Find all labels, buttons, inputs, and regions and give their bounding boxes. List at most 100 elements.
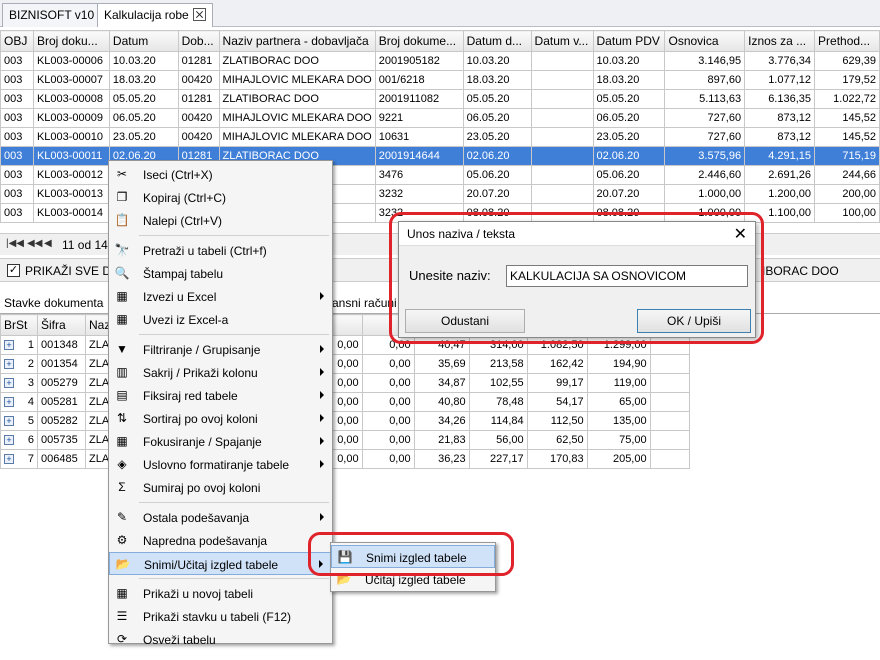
column-header[interactable]: Iznos za ... <box>744 30 816 52</box>
column-header[interactable]: OBJ <box>0 30 34 52</box>
table-cell: +1 <box>0 335 38 355</box>
column-header[interactable]: Datum d... <box>462 30 532 52</box>
table-row[interactable]: +3005279ZLAT4,00073,530,000,000,000,0034… <box>0 373 691 393</box>
column-header[interactable]: Datum v... <box>530 30 594 52</box>
sum-icon: Σ <box>118 480 126 494</box>
table-cell: 05.06.20 <box>462 165 532 185</box>
table-row[interactable]: +2001354ZLAT5,000119,700,000,000,000,003… <box>0 354 691 374</box>
close-icon[interactable] <box>192 8 206 21</box>
expand-icon[interactable]: + <box>4 378 14 388</box>
table-cell: 06.05.20 <box>592 108 666 128</box>
table-row[interactable]: 003 KL003-00010 23.05.20 00420 MIHAJLOVIC ML… <box>0 127 880 147</box>
submenu-arrow-icon <box>320 391 324 399</box>
expand-icon[interactable]: + <box>4 359 14 369</box>
menu-item[interactable]: 🔍 Štampaj tabelu <box>109 262 332 285</box>
menu-item-label: Sakrij / Prikaži kolonu <box>143 366 258 380</box>
menu-item[interactable]: ⚙ Napredna podešavanja <box>109 529 332 552</box>
tab-kalkulacija[interactable]: Kalkulacija robe <box>97 3 213 27</box>
tab-biznisoft[interactable]: BIZNISOFT v10 <box>2 3 102 27</box>
table-row[interactable]: 003 KL003-00009 06.05.20 00420 MIHAJLOVIC ML… <box>0 108 880 128</box>
tab-label: BIZNISOFT v10 <box>9 8 95 22</box>
table-cell: 23.05.20 <box>592 127 666 147</box>
row-number: 4 <box>27 396 34 408</box>
table-cell: 0,00 <box>361 430 415 450</box>
column-header[interactable]: Prethod... <box>814 30 880 52</box>
menu-separator <box>139 235 329 236</box>
menu-item[interactable]: ▦ Fokusiranje / Spajanje <box>109 430 332 453</box>
first-record-button[interactable]: |◀◀ <box>6 238 24 249</box>
submenu-arrow-icon <box>320 368 324 376</box>
freeze-row-icon: ▤ <box>116 388 128 402</box>
expand-icon[interactable]: + <box>4 454 14 464</box>
menu-item[interactable]: ▦ Prikaži u novoj tabeli <box>109 582 332 605</box>
menu-item[interactable]: ▦ Izvezi u Excel <box>109 285 332 308</box>
table-cell: 0,00 <box>361 411 415 431</box>
table-cell: 3.146,95 <box>664 51 746 71</box>
menu-item-label: Fokusiranje / Spajanje <box>143 435 262 449</box>
prev-record-button[interactable]: ◀ <box>44 238 52 249</box>
submenu-arrow-icon <box>320 292 324 300</box>
menu-item[interactable]: ◈ Uslovno formatiranje tabele <box>109 453 332 476</box>
table-cell <box>649 354 691 374</box>
menu-item[interactable]: ☰ Prikaži stavku u tabeli (F12) <box>109 605 332 628</box>
menu-item[interactable]: ▤ Fiksiraj red tabele <box>109 384 332 407</box>
sort-icon: ⇅ <box>116 411 128 425</box>
table-row[interactable]: +6005735ZLAT5,00051,300,000,000,000,0021… <box>0 430 691 450</box>
table-cell: 1.200,00 <box>744 184 816 204</box>
list-icon: ☰ <box>116 609 128 623</box>
show-all-checkbox[interactable]: ✓ <box>7 264 20 277</box>
expand-icon[interactable]: + <box>4 416 14 426</box>
table-row[interactable]: +7006485ZLAT5,000125,400,000,000,000,003… <box>0 449 691 469</box>
row-number: 5 <box>27 415 34 427</box>
table-cell: 3.575,96 <box>664 146 746 166</box>
table-cell: 0,00 <box>361 392 415 412</box>
table-cell: 02.06.20 <box>462 146 532 166</box>
menu-item[interactable]: ✎ Ostala podešavanja <box>109 506 332 529</box>
table-cell: 9221 <box>374 108 464 128</box>
column-header[interactable]: Datum <box>108 30 179 52</box>
menu-item[interactable]: ▼ Filtriranje / Grupisanje <box>109 338 332 361</box>
expand-icon[interactable]: + <box>4 435 14 445</box>
table-cell: 05.05.20 <box>108 89 179 109</box>
table-row[interactable]: +5005282ZLAT4,00083,790,000,000,000,0034… <box>0 411 691 431</box>
table-row[interactable]: 003 KL003-00008 05.05.20 01281 ZLATIBORAC DO… <box>0 89 880 109</box>
menu-item[interactable]: ❐ Kopiraj (Ctrl+C) <box>109 186 332 209</box>
filter-icon: ▼ <box>116 342 128 356</box>
menu-separator <box>139 334 329 335</box>
table-cell: 170,83 <box>526 449 588 469</box>
menu-item[interactable]: ▥ Sakrij / Prikaži kolonu <box>109 361 332 384</box>
column-header[interactable]: BrSt <box>0 314 38 336</box>
tab-stavke[interactable]: Stavke dokumenta <box>4 296 103 310</box>
table-cell: 102,55 <box>468 373 528 393</box>
column-header[interactable]: Osnovica <box>664 30 746 52</box>
menu-item[interactable]: 📋 Nalepi (Ctrl+V) <box>109 209 332 232</box>
expand-icon[interactable]: + <box>4 397 14 407</box>
tab-transnacni-racuni[interactable]: ansni računi <box>332 296 397 310</box>
menu-item-label: Napredna podešavanja <box>143 534 268 548</box>
menu-item[interactable]: 📂 Snimi/Učitaj izgled tabele <box>109 552 332 575</box>
menu-item-label: Osveži tabelu <box>143 633 216 647</box>
menu-item[interactable]: ✂ Iseci (Ctrl+X) <box>109 163 332 186</box>
table-row[interactable]: 003 KL003-00006 10.03.20 01281 ZLATIBORAC DO… <box>0 51 880 71</box>
column-header[interactable]: Dob... <box>177 30 220 52</box>
table-cell <box>530 108 594 128</box>
column-header[interactable]: Broj dokume... <box>374 30 464 52</box>
table-row[interactable]: +4005281ZLAT5,00038,470,000,000,000,0040… <box>0 392 691 412</box>
column-header[interactable]: Šifra <box>37 314 86 336</box>
table-cell: 01281 <box>177 89 220 109</box>
prev-page-button[interactable]: ◀◀ <box>27 238 42 249</box>
table-row[interactable]: 003 KL003-00007 18.03.20 00420 MIHAJLOVIC ML… <box>0 70 880 90</box>
column-header[interactable]: Datum PDV <box>592 30 666 52</box>
menu-item[interactable]: ▦ Uvezi iz Excel-a <box>109 308 332 331</box>
column-header[interactable]: Broj doku... <box>32 30 110 52</box>
menu-item[interactable]: Σ Sumiraj po ovoj koloni <box>109 476 332 499</box>
menu-item[interactable]: ⟳ Osveži tabelu <box>109 628 332 651</box>
expand-icon[interactable]: + <box>4 340 14 350</box>
menu-item[interactable]: 🔭 Pretraži u tabeli (Ctrl+f) <box>109 239 332 262</box>
menu-item[interactable]: ⇅ Sortiraj po ovoj koloni <box>109 407 332 430</box>
show-all-label: PRIKAŽI SVE D <box>25 264 112 278</box>
table-cell <box>530 127 594 147</box>
column-header[interactable]: Naziv partnera - dobavljača <box>218 30 376 52</box>
table-cell: 18.03.20 <box>108 70 179 90</box>
menu-item-label: Izvezi u Excel <box>143 290 217 304</box>
